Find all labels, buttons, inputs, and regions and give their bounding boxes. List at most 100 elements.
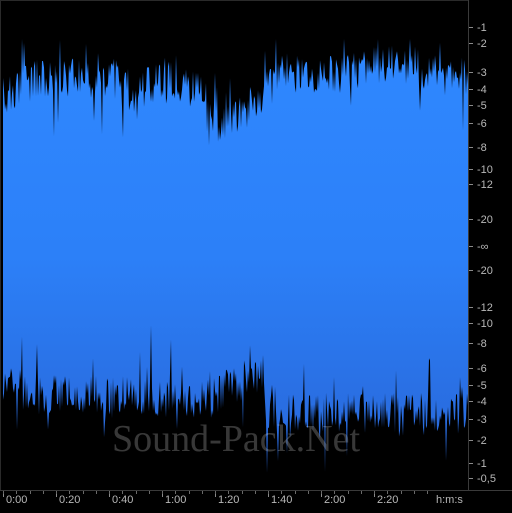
db-tick-mark (469, 43, 473, 44)
time-minor-tick (43, 491, 44, 494)
db-tick-mark (469, 169, 473, 170)
time-minor-tick (109, 491, 110, 494)
waveform-graphic[interactable] (3, 3, 469, 489)
db-tick-label: -2 (477, 38, 487, 50)
time-minor-tick (242, 491, 243, 494)
db-tick: -3 (469, 67, 512, 79)
time-minor-tick (83, 491, 84, 494)
db-tick-label: -20 (477, 265, 493, 277)
db-tick: -12 (469, 302, 512, 314)
db-tick-label: -8 (477, 142, 487, 154)
db-tick-mark (469, 147, 473, 148)
time-minor-tick (189, 491, 190, 494)
db-tick-label: -10 (477, 318, 493, 330)
time-minor-tick (122, 491, 123, 494)
time-minor-tick (228, 491, 229, 494)
db-tick-mark (469, 246, 473, 247)
db-tick: -8 (469, 142, 512, 154)
db-scale: -1 -2 -3 -4 -5 -6 -8 -10 -12 -20 -∞ -20 -12 -10 -8 -6 -5… (468, 0, 512, 490)
db-tick: -5 (469, 380, 512, 392)
db-tick-mark (469, 401, 473, 402)
time-minor-tick (374, 491, 375, 494)
time-tick-label: 2:00 (324, 494, 346, 506)
time-minor-tick (348, 491, 349, 494)
db-tick: -6 (469, 118, 512, 130)
db-tick: -20 (469, 214, 512, 226)
db-tick-mark (469, 89, 473, 90)
time-tick-label: 1:00 (165, 494, 187, 506)
time-ruler[interactable]: h:m:s 0:00 0:20 0:40 1:00 1:20 1:40 2:00 2:20 (0, 490, 512, 513)
db-tick: -3 (469, 414, 512, 426)
time-minor-tick (162, 491, 163, 494)
time-minor-tick (69, 491, 70, 494)
db-tick: -10 (469, 318, 512, 330)
db-tick-label: -3 (477, 67, 487, 79)
db-tick-label: -4 (477, 84, 487, 96)
time-minor-tick (308, 491, 309, 494)
time-tick-label: 2:20 (377, 494, 399, 506)
db-tick: -∞ (469, 241, 512, 253)
db-tick: -12 (469, 179, 512, 191)
db-tick-label: -∞ (477, 241, 489, 253)
db-tick-label: -10 (477, 164, 493, 176)
time-minor-tick (427, 491, 428, 494)
waveform-shape (3, 39, 469, 473)
db-tick-mark (469, 478, 473, 479)
time-minor-tick (215, 491, 216, 494)
db-tick-mark (469, 105, 473, 106)
db-tick-label: -8 (477, 338, 487, 350)
db-tick-label: -4 (477, 396, 487, 408)
time-minor-tick (387, 491, 388, 494)
time-minor-tick (268, 491, 269, 494)
db-tick: -20 (469, 265, 512, 277)
db-tick-label: -20 (477, 214, 493, 226)
waveform-editor: Sound-Pack.Net (0, 0, 512, 512)
db-tick-mark (469, 323, 473, 324)
time-minor-tick (334, 491, 335, 494)
db-tick-label: -6 (477, 118, 487, 130)
time-minor-tick (401, 491, 402, 494)
db-tick-mark (469, 270, 473, 271)
db-tick-mark (469, 72, 473, 73)
db-tick-mark (469, 184, 473, 185)
db-tick: -1 (469, 458, 512, 470)
db-tick: -10 (469, 164, 512, 176)
db-tick-mark (469, 385, 473, 386)
db-tick-mark (469, 219, 473, 220)
db-tick-mark (469, 440, 473, 441)
db-tick: -5 (469, 100, 512, 112)
db-tick-mark (469, 419, 473, 420)
time-unit-label: h:m:s (436, 494, 463, 506)
db-tick-label: -1 (477, 458, 487, 470)
db-tick-mark (469, 27, 473, 28)
time-minor-tick (56, 491, 57, 494)
time-minor-tick (281, 491, 282, 494)
time-minor-tick (255, 491, 256, 494)
db-tick-label: -3 (477, 414, 487, 426)
db-tick-label: -12 (477, 179, 493, 191)
time-minor-tick (414, 491, 415, 494)
time-tick-label: 1:20 (218, 494, 240, 506)
time-minor-tick (3, 491, 4, 494)
time-tick-label: 0:00 (6, 494, 28, 506)
db-tick: -4 (469, 84, 512, 96)
db-tick: -6 (469, 363, 512, 375)
db-tick-mark (469, 343, 473, 344)
time-tick-label: 1:40 (271, 494, 293, 506)
time-minor-tick (30, 491, 31, 494)
db-tick-mark (469, 463, 473, 464)
time-tick-label: 0:40 (112, 494, 134, 506)
db-tick: -2 (469, 38, 512, 50)
time-minor-tick (295, 491, 296, 494)
waveform-view[interactable] (3, 3, 469, 489)
db-tick-label: -2 (477, 435, 487, 447)
db-tick-mark (469, 307, 473, 308)
time-minor-tick (175, 491, 176, 494)
time-minor-tick (321, 491, 322, 494)
db-tick: -8 (469, 338, 512, 350)
db-tick-label: -6 (477, 363, 487, 375)
db-tick: -1 (469, 22, 512, 34)
db-tick-label: -5 (477, 100, 487, 112)
time-minor-tick (136, 491, 137, 494)
db-tick-mark (469, 123, 473, 124)
